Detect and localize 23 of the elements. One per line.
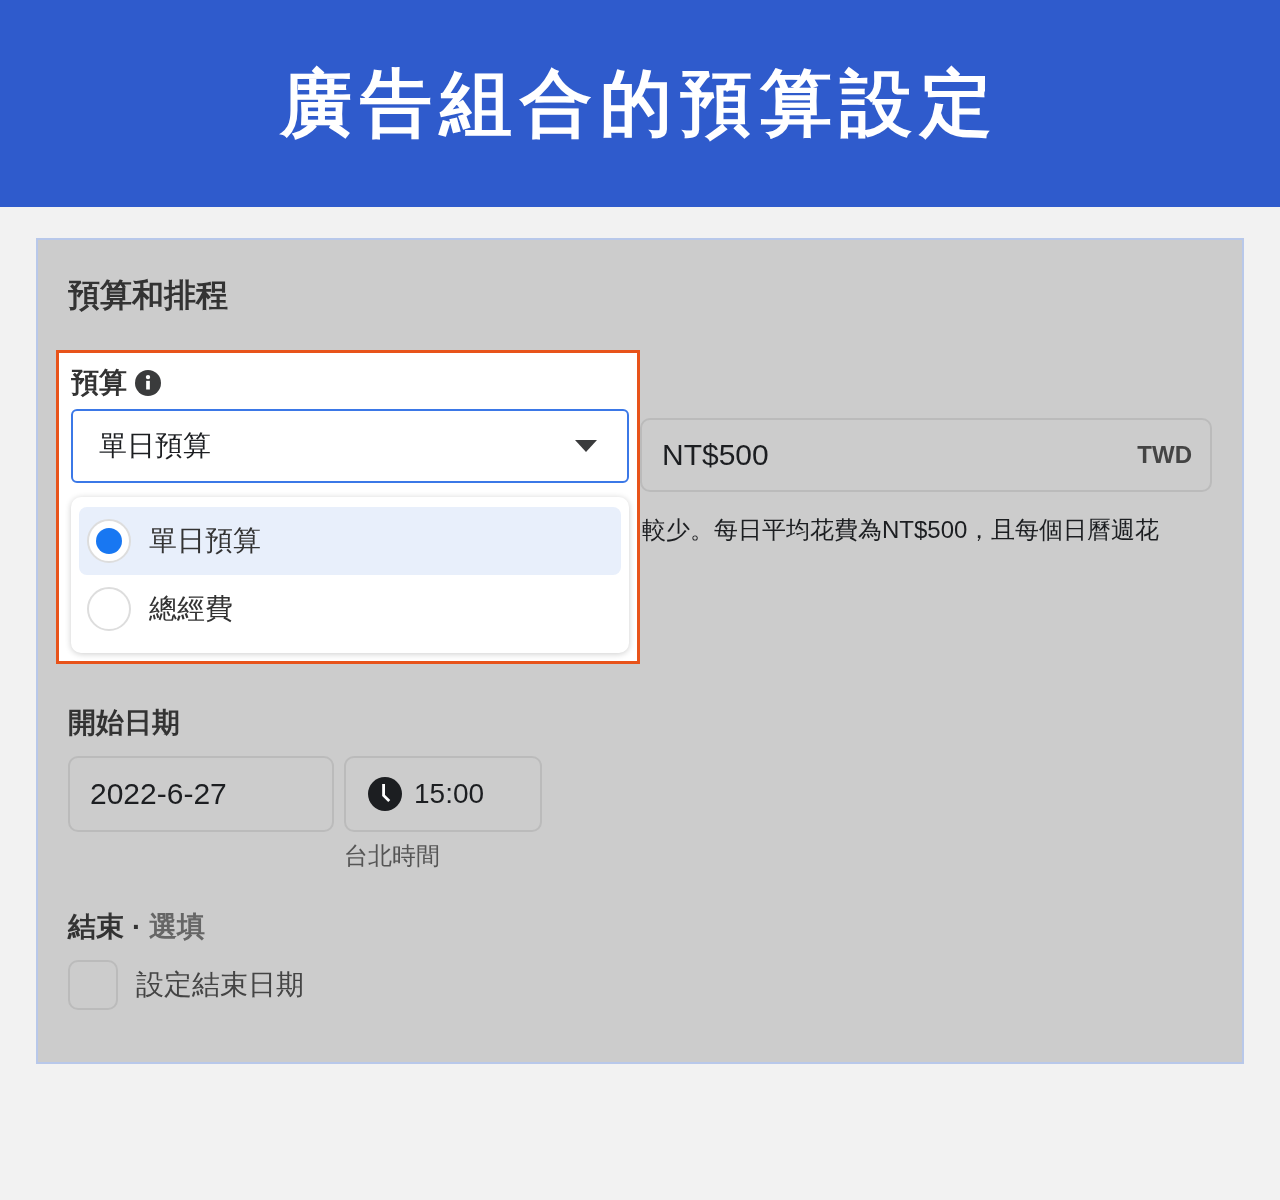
banner-title: 廣告組合的預算設定 xyxy=(280,61,1000,145)
timezone-label: 台北時間 xyxy=(344,841,441,871)
end-label: 結束 xyxy=(68,910,124,944)
currency-label: TWD xyxy=(1137,441,1192,469)
info-icon[interactable] xyxy=(135,370,161,396)
separator-dot: · xyxy=(132,911,142,943)
optional-label: 選填 xyxy=(149,910,206,944)
clock-icon xyxy=(368,777,402,811)
time-field[interactable]: 15:00 xyxy=(344,756,542,832)
budget-type-dropdown[interactable]: 單日預算 xyxy=(71,409,629,483)
option-label: 單日預算 xyxy=(149,524,261,558)
option-label: 總經費 xyxy=(149,592,233,626)
radio-button[interactable] xyxy=(87,519,131,563)
budget-label: 預算 xyxy=(71,366,127,400)
section-title: 預算和排程 xyxy=(68,276,229,315)
radio-button[interactable] xyxy=(87,587,131,631)
date-field[interactable]: 2022-6-27 xyxy=(68,756,334,832)
checkbox-label: 設定結束日期 xyxy=(136,968,304,1002)
start-date-label: 開始日期 xyxy=(68,706,181,740)
caret-icon xyxy=(575,440,597,452)
amount-field[interactable]: NT$500 TWD xyxy=(640,418,1212,492)
menu-option[interactable]: 單日預算 xyxy=(79,507,621,575)
budget-description: 較少。每日平均花費為NT$500，且每個日曆週花 xyxy=(641,515,1161,545)
